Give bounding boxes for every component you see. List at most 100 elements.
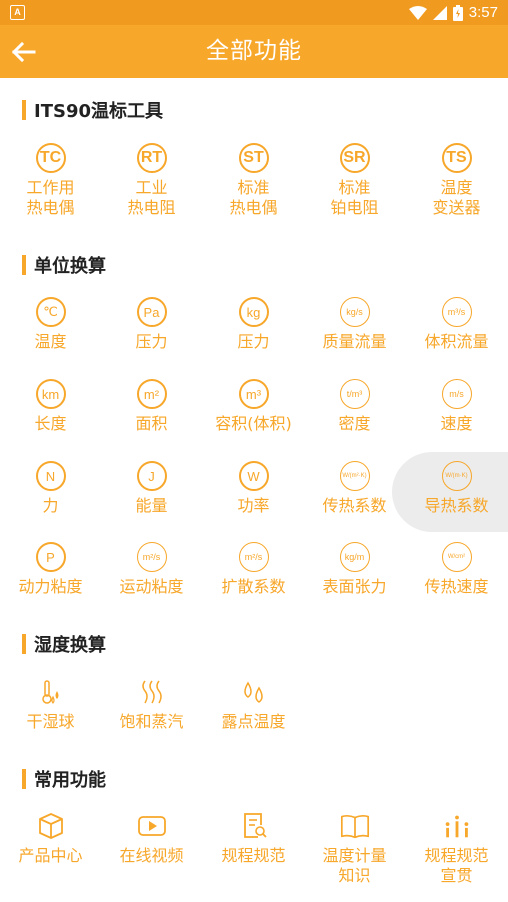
section-accent-bar — [22, 255, 26, 275]
item-label: 标准 热电偶 — [229, 178, 278, 217]
document-search-icon — [243, 813, 267, 838]
box-icon — [38, 813, 63, 839]
item-label: 温度 — [34, 332, 67, 351]
unit-item-heat-transfer-rate[interactable]: W/cm² 传热速度 — [406, 541, 507, 597]
w-per-cm2-icon: W/cm² — [441, 542, 472, 572]
item-label: 工作用 热电偶 — [26, 178, 75, 217]
common-item-online-video[interactable]: 在线视频 — [101, 810, 202, 866]
section-header-humidity: 湿度换算 — [22, 633, 106, 656]
kg-icon: kg — [238, 297, 269, 327]
section-header-its90: ITS90温标工具 — [22, 99, 163, 122]
item-label: 温度 变送器 — [432, 178, 481, 217]
unit-item-thermal-conductivity[interactable]: W/(m·K) 导热系数 — [406, 460, 507, 516]
item-label: 动力粘度 — [18, 577, 83, 596]
its90-item-tc[interactable]: TC 工作用 热电偶 — [0, 142, 101, 218]
item-label: 传热速度 — [424, 577, 489, 596]
unit-item-volume[interactable]: m³ 容积(体积) — [203, 378, 304, 434]
item-label: 规程规范 — [221, 846, 286, 865]
item-label: 质量流量 — [322, 332, 387, 351]
section-header-units: 单位换算 — [22, 254, 106, 277]
unit-item-dynamic-viscosity[interactable]: P 动力粘度 — [0, 541, 101, 597]
item-label: 标准 铂电阻 — [330, 178, 379, 217]
unit-item-pressure-pa[interactable]: Pa 压力 — [101, 296, 202, 352]
pa-icon: Pa — [136, 297, 167, 327]
m2-per-s-icon: m²/s — [136, 542, 167, 572]
m-per-s-icon: m/s — [441, 379, 472, 409]
humidity-item-dry-wet-bulb[interactable]: 干湿球 — [0, 676, 101, 732]
watt-icon: W — [238, 461, 269, 491]
its90-item-rt[interactable]: RT 工业 热电阻 — [101, 142, 202, 218]
battery-icon — [452, 4, 463, 21]
item-label: 露点温度 — [221, 712, 286, 731]
st-badge-icon: ST — [238, 143, 269, 173]
item-label: 运动粘度 — [119, 577, 184, 596]
item-label: 扩散系数 — [221, 577, 286, 596]
m2-per-s-icon: m²/s — [238, 542, 269, 572]
unit-item-length[interactable]: km 长度 — [0, 378, 101, 434]
heat-transfer-coef-icon: W/(m²·K) — [339, 461, 370, 491]
item-label: 力 — [42, 496, 59, 515]
item-label: 工业 热电阻 — [127, 178, 176, 217]
steam-icon — [141, 680, 162, 704]
item-label: 容积(体积) — [215, 414, 292, 433]
humidity-item-dew-point[interactable]: 露点温度 — [203, 676, 304, 732]
kg-per-m-icon: kg/m — [339, 542, 370, 572]
item-label: 密度 — [338, 414, 371, 433]
page-title: 全部功能 — [206, 38, 302, 64]
common-item-metrology-knowledge[interactable]: 温度计量 知识 — [304, 810, 405, 886]
unit-item-power[interactable]: W 功率 — [203, 460, 304, 516]
signal-icon — [432, 5, 447, 20]
common-item-regulation-promotion[interactable]: 规程规范 宣贯 — [406, 810, 507, 886]
humidity-item-saturated-steam[interactable]: 饱和蒸汽 — [101, 676, 202, 732]
item-label: 面积 — [135, 414, 168, 433]
unit-item-kinematic-viscosity[interactable]: m²/s 运动粘度 — [101, 541, 202, 597]
item-label: 规程规范 宣贯 — [424, 846, 489, 885]
m2-icon: m² — [136, 379, 167, 409]
tc-badge-icon: TC — [35, 143, 66, 173]
ts-badge-icon: TS — [441, 143, 472, 173]
unit-item-density[interactable]: t/m³ 密度 — [304, 378, 405, 434]
item-label: 表面张力 — [322, 577, 387, 596]
celsius-icon: ℃ — [35, 297, 66, 327]
unit-item-speed[interactable]: m/s 速度 — [406, 378, 507, 434]
status-time: 3:57 — [468, 4, 498, 21]
unit-item-force[interactable]: N 力 — [0, 460, 101, 516]
people-icon — [445, 815, 468, 838]
section-accent-bar — [22, 100, 26, 120]
item-label: 饱和蒸汽 — [119, 712, 184, 731]
section-accent-bar — [22, 634, 26, 654]
section-title: 单位换算 — [34, 256, 106, 277]
status-bar: A 3:57 — [0, 0, 508, 25]
section-title: 常用功能 — [34, 770, 106, 791]
wifi-icon — [408, 5, 427, 20]
item-label: 长度 — [34, 414, 67, 433]
its90-item-st[interactable]: ST 标准 热电偶 — [203, 142, 304, 218]
common-item-products[interactable]: 产品中心 — [0, 810, 101, 866]
joule-icon: J — [136, 461, 167, 491]
its90-item-sr[interactable]: SR 标准 铂电阻 — [304, 142, 405, 218]
sr-badge-icon: SR — [339, 143, 370, 173]
unit-item-energy[interactable]: J 能量 — [101, 460, 202, 516]
m3-icon: m³ — [238, 379, 269, 409]
section-accent-bar — [22, 769, 26, 789]
its90-item-ts[interactable]: TS 温度 变送器 — [406, 142, 507, 218]
item-label: 压力 — [135, 332, 168, 351]
unit-item-volume-flow[interactable]: m³/s 体积流量 — [406, 296, 507, 352]
unit-item-mass-flow[interactable]: kg/s 质量流量 — [304, 296, 405, 352]
common-item-regulations[interactable]: 规程规范 — [203, 810, 304, 866]
unit-item-area[interactable]: m² 面积 — [101, 378, 202, 434]
app-bar: 全部功能 — [0, 25, 508, 78]
unit-item-temperature[interactable]: ℃ 温度 — [0, 296, 101, 352]
video-icon — [137, 816, 166, 836]
unit-item-surface-tension[interactable]: kg/m 表面张力 — [304, 541, 405, 597]
notification-icon: A — [10, 5, 25, 20]
unit-item-diffusion-coef[interactable]: m²/s 扩散系数 — [203, 541, 304, 597]
t-per-m3-icon: t/m³ — [339, 379, 370, 409]
unit-item-heat-transfer-coef[interactable]: W/(m²·K) 传热系数 — [304, 460, 405, 516]
item-label: 能量 — [135, 496, 168, 515]
section-title: ITS90温标工具 — [34, 101, 163, 122]
unit-item-pressure-kg[interactable]: kg 压力 — [203, 296, 304, 352]
poise-icon: P — [35, 542, 66, 572]
item-label: 速度 — [440, 414, 473, 433]
item-label: 产品中心 — [18, 846, 83, 865]
